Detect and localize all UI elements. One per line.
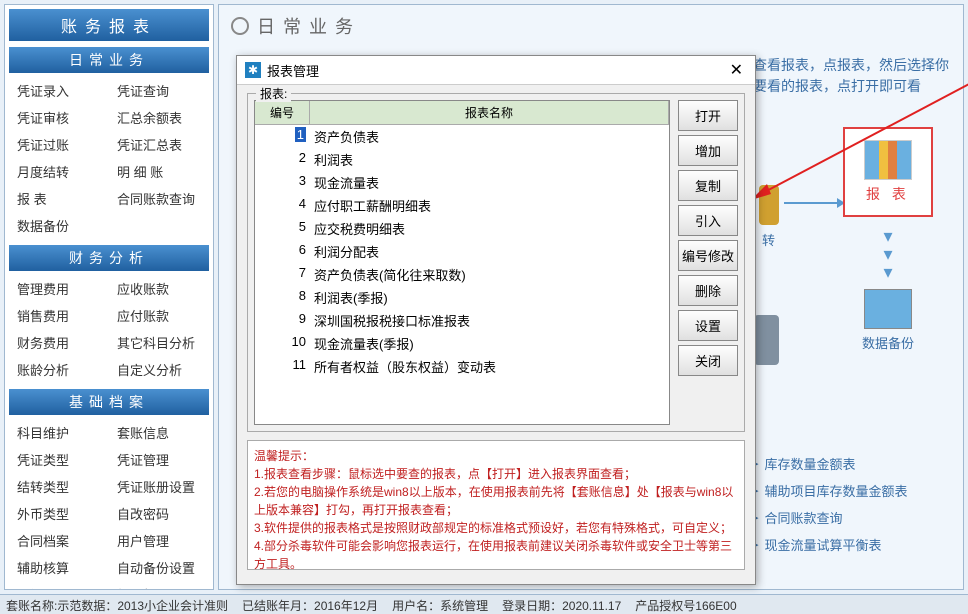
sidebar-item[interactable]: 凭证过账 xyxy=(9,131,109,158)
report-table[interactable]: 编号 报表名称 1资产负债表2利润表3现金流量表4应付职工薪酬明细表5应交税费明… xyxy=(254,100,670,425)
sidebar-item[interactable]: 财务费用 xyxy=(9,329,109,356)
table-row[interactable]: 2利润表 xyxy=(255,148,669,171)
quick-link[interactable]: 现金流量试算平衡表 xyxy=(753,531,953,558)
quick-link[interactable]: 合同账款查询 xyxy=(753,504,953,531)
dialog-button[interactable]: 引入 xyxy=(678,205,738,236)
sidebar-item[interactable]: 自定义分析 xyxy=(109,356,209,383)
sidebar-item[interactable]: 应付账款 xyxy=(109,302,209,329)
sidebar-item[interactable]: 管理费用 xyxy=(9,275,109,302)
sidebar: 账务报表 日常业务凭证录入凭证查询凭证审核汇总余额表凭证过账凭证汇总表月度结转明… xyxy=(4,4,214,590)
dialog-title-text: 报表管理 xyxy=(267,61,319,80)
sidebar-item[interactable]: 数据备份 xyxy=(9,212,109,239)
callout-text: 查看报表，点报表，然后选择你要看的报表，点打开即可看 xyxy=(753,55,953,97)
report-manage-dialog: ✱ 报表管理 ✕ 报表: 编号 报表名称 1资产负债表2利润表3现金流量表4应付… xyxy=(236,55,756,585)
dialog-button[interactable]: 复制 xyxy=(678,170,738,201)
tip-item: 4.部分杀毒软件可能会影响您报表运行，在使用报表前建议关闭杀毒软件或安全卫士等第… xyxy=(254,537,738,573)
sidebar-item[interactable]: 期初录入 xyxy=(9,581,109,590)
sidebar-item[interactable]: 账龄分析 xyxy=(9,356,109,383)
col-num: 编号 xyxy=(255,101,310,124)
gear-icon xyxy=(231,17,249,35)
tip-item: 3.软件提供的报表格式是按照财政部规定的标准格式预设好，若您有特殊格式，可自定义… xyxy=(254,519,738,537)
report-tile[interactable]: 报 表 xyxy=(843,127,933,217)
tips-box: 温馨提示： 1.报表查看步骤：鼠标选中要查的报表，点【打开】进入报表界面查看；2… xyxy=(247,440,745,570)
sidebar-section-header: 财务分析 xyxy=(9,245,209,271)
sidebar-item[interactable]: 凭证管理 xyxy=(109,446,209,473)
sidebar-item[interactable]: 报 表 xyxy=(9,185,109,212)
sidebar-item[interactable]: 凭证查询 xyxy=(109,77,209,104)
dialog-button[interactable]: 设置 xyxy=(678,310,738,341)
sidebar-section-header: 基础档案 xyxy=(9,389,209,415)
status-period: 已结账年月：2016年12月 xyxy=(242,597,378,612)
table-row[interactable]: 3现金流量表 xyxy=(255,171,669,194)
table-row[interactable]: 4应付职工薪酬明细表 xyxy=(255,194,669,217)
content-header: 日常业务 xyxy=(219,5,963,47)
sidebar-item[interactable]: 凭证录入 xyxy=(9,77,109,104)
content-header-text: 日常业务 xyxy=(257,13,361,39)
sidebar-item[interactable]: 凭证类型 xyxy=(9,446,109,473)
sidebar-item[interactable]: 销售费用 xyxy=(9,302,109,329)
report-tile-label: 报 表 xyxy=(866,184,910,204)
table-row[interactable]: 7资产负债表(简化往来取数) xyxy=(255,263,669,286)
table-row[interactable]: 6利润分配表 xyxy=(255,240,669,263)
sidebar-item[interactable]: 合同档案 xyxy=(9,527,109,554)
dialog-button[interactable]: 关闭 xyxy=(678,345,738,376)
table-row[interactable]: 8利润表(季报) xyxy=(255,286,669,309)
dialog-button[interactable]: 增加 xyxy=(678,135,738,166)
dialog-button[interactable]: 编号修改 xyxy=(678,240,738,271)
sidebar-item[interactable]: 外币类型 xyxy=(9,500,109,527)
sidebar-item[interactable]: 用户管理 xyxy=(109,527,209,554)
quick-links: 库存数量金额表辅助项目库存数量金额表合同账款查询现金流量试算平衡表 xyxy=(753,450,953,558)
quick-link[interactable]: 库存数量金额表 xyxy=(753,450,953,477)
down-arrows-icon: ▾▾▾ xyxy=(843,227,933,281)
table-row[interactable]: 11所有者权益（股东权益）变动表 xyxy=(255,355,669,378)
chart-icon xyxy=(864,140,912,180)
fieldset-label: 报表: xyxy=(256,85,291,102)
backup-icon xyxy=(864,289,912,329)
table-row[interactable]: 10现金流量表(季报) xyxy=(255,332,669,355)
close-icon[interactable]: ✕ xyxy=(726,60,747,80)
sidebar-item[interactable]: 套账信息 xyxy=(109,419,209,446)
sidebar-item[interactable]: 辅助核算 xyxy=(9,554,109,581)
sidebar-item[interactable]: 科目维护 xyxy=(9,419,109,446)
sidebar-section-header: 日常业务 xyxy=(9,47,209,73)
sidebar-item[interactable]: 凭证账册设置 xyxy=(109,473,209,500)
dialog-titlebar[interactable]: ✱ 报表管理 ✕ xyxy=(237,56,755,85)
col-name: 报表名称 xyxy=(310,101,669,124)
statusbar: 套账名称:示范数据：2013小企业会计准则 已结账年月：2016年12月 用户名… xyxy=(0,594,968,614)
status-user: 用户名：系统管理 xyxy=(392,597,488,612)
sidebar-item[interactable]: 其它科目分析 xyxy=(109,329,209,356)
sidebar-item[interactable]: 月度结转 xyxy=(9,158,109,185)
table-row[interactable]: 1资产负债表 xyxy=(255,125,669,148)
sidebar-item[interactable]: 自改密码 xyxy=(109,500,209,527)
status-license: 产品授权号166E00 xyxy=(635,597,736,612)
sidebar-item[interactable]: 应收账款 xyxy=(109,275,209,302)
dialog-button[interactable]: 删除 xyxy=(678,275,738,306)
sidebar-item[interactable]: 凭证汇总表 xyxy=(109,131,209,158)
status-login: 登录日期：2020.11.17 xyxy=(502,597,621,612)
sidebar-item[interactable]: 打印机设置 xyxy=(109,581,209,590)
table-row[interactable]: 9深圳国税报税接口标准报表 xyxy=(255,309,669,332)
dialog-button[interactable]: 打开 xyxy=(678,100,738,131)
tips-title: 温馨提示： xyxy=(254,447,738,465)
table-row[interactable]: 5应交税费明细表 xyxy=(255,217,669,240)
sidebar-item[interactable]: 汇总余额表 xyxy=(109,104,209,131)
sidebar-title: 账务报表 xyxy=(9,9,209,41)
quick-link[interactable]: 辅助项目库存数量金额表 xyxy=(753,477,953,504)
sidebar-item[interactable]: 结转类型 xyxy=(9,473,109,500)
sidebar-item xyxy=(109,212,209,239)
sidebar-item[interactable]: 自动备份设置 xyxy=(109,554,209,581)
status-account: 套账名称:示范数据：2013小企业会计准则 xyxy=(6,597,228,612)
dialog-app-icon: ✱ xyxy=(245,62,261,78)
sidebar-item[interactable]: 合同账款查询 xyxy=(109,185,209,212)
sidebar-item[interactable]: 明 细 账 xyxy=(109,158,209,185)
tip-item: 2.若您的电脑操作系统是win8以上版本，在使用报表前先将【套账信息】处【报表与… xyxy=(254,483,738,519)
backup-tile-label: 数据备份 xyxy=(862,333,914,352)
backup-tile[interactable]: 数据备份 xyxy=(843,289,933,352)
sidebar-item[interactable]: 凭证审核 xyxy=(9,104,109,131)
tip-item: 1.报表查看步骤：鼠标选中要查的报表，点【打开】进入报表界面查看； xyxy=(254,465,738,483)
